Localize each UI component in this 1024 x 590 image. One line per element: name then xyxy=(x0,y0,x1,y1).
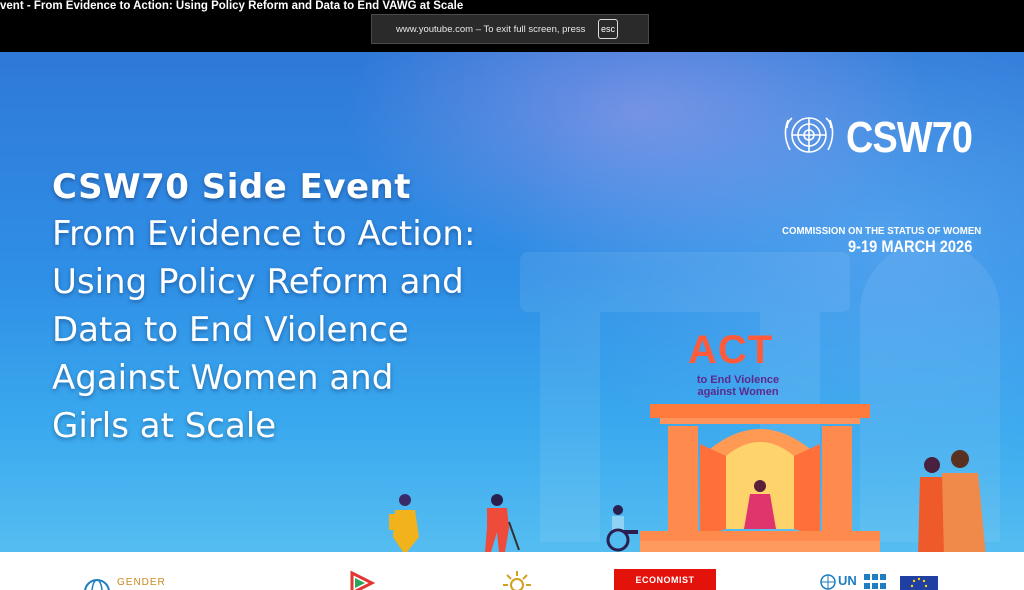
partner-logo-strip: GENDER ECONOMIST UN xyxy=(0,552,1024,590)
headline-line-2: From Evidence to Action: xyxy=(52,214,476,254)
act-campaign-title: ACT xyxy=(688,328,774,372)
play-triangle-logo-icon xyxy=(350,570,375,590)
fullscreen-exit-notice: www.youtube.com – To exit full screen, p… xyxy=(371,14,649,44)
browser-top-bar: vent - From Evidence to Action: Using Po… xyxy=(0,0,1024,52)
headline-line-1: CSW70 Side Event xyxy=(52,167,412,207)
act-campaign-subtitle: to End Violence against Women xyxy=(696,374,780,398)
un-women-grid-icon xyxy=(864,574,886,589)
un-partner-logo: UN xyxy=(838,573,857,588)
video-frame[interactable]: CSW70 Side Event From Evidence to Action… xyxy=(0,52,1024,552)
background-pillar-shape xyxy=(540,312,600,542)
commission-name: COMMISSION ON THE STATUS OF WOMEN xyxy=(782,225,982,237)
video-title: vent - From Evidence to Action: Using Po… xyxy=(0,0,464,12)
wheelchair-user-figure xyxy=(606,505,638,552)
fullscreen-notice-text: www.youtube.com – To exit full screen, p… xyxy=(396,24,586,35)
csw70-wordmark: CSW70 xyxy=(846,113,973,162)
person-with-cane-figure xyxy=(485,494,520,552)
eu-flag-icon xyxy=(900,576,938,590)
esc-key-badge: esc xyxy=(598,19,618,39)
sun-emblem-logo-icon xyxy=(503,571,531,590)
event-headline: CSW70 Side Event From Evidence to Action… xyxy=(52,164,475,450)
two-women-embracing-figure xyxy=(918,450,986,552)
gender-partner-logo: GENDER xyxy=(117,577,166,588)
event-dates: 9-19 MARCH 2026 xyxy=(848,237,973,256)
un-emblem-icon xyxy=(784,117,834,153)
woman-walking-figure xyxy=(389,494,419,552)
headline-line-6: Girls at Scale xyxy=(52,406,277,446)
temple-illustration xyxy=(640,404,880,552)
economist-impact-logo: ECONOMIST xyxy=(614,569,716,590)
un-emblem-small-icon xyxy=(820,574,836,590)
background-pillar-shape xyxy=(520,252,850,312)
headline-line-4: Data to End Violence xyxy=(52,310,409,350)
csw70-logo: CSW70 COMMISSION ON THE STATUS OF WOMEN … xyxy=(780,110,981,257)
globe-logo-icon xyxy=(84,579,110,590)
headline-line-5: Against Women and xyxy=(52,358,394,398)
headline-line-3: Using Policy Reform and xyxy=(52,262,464,302)
